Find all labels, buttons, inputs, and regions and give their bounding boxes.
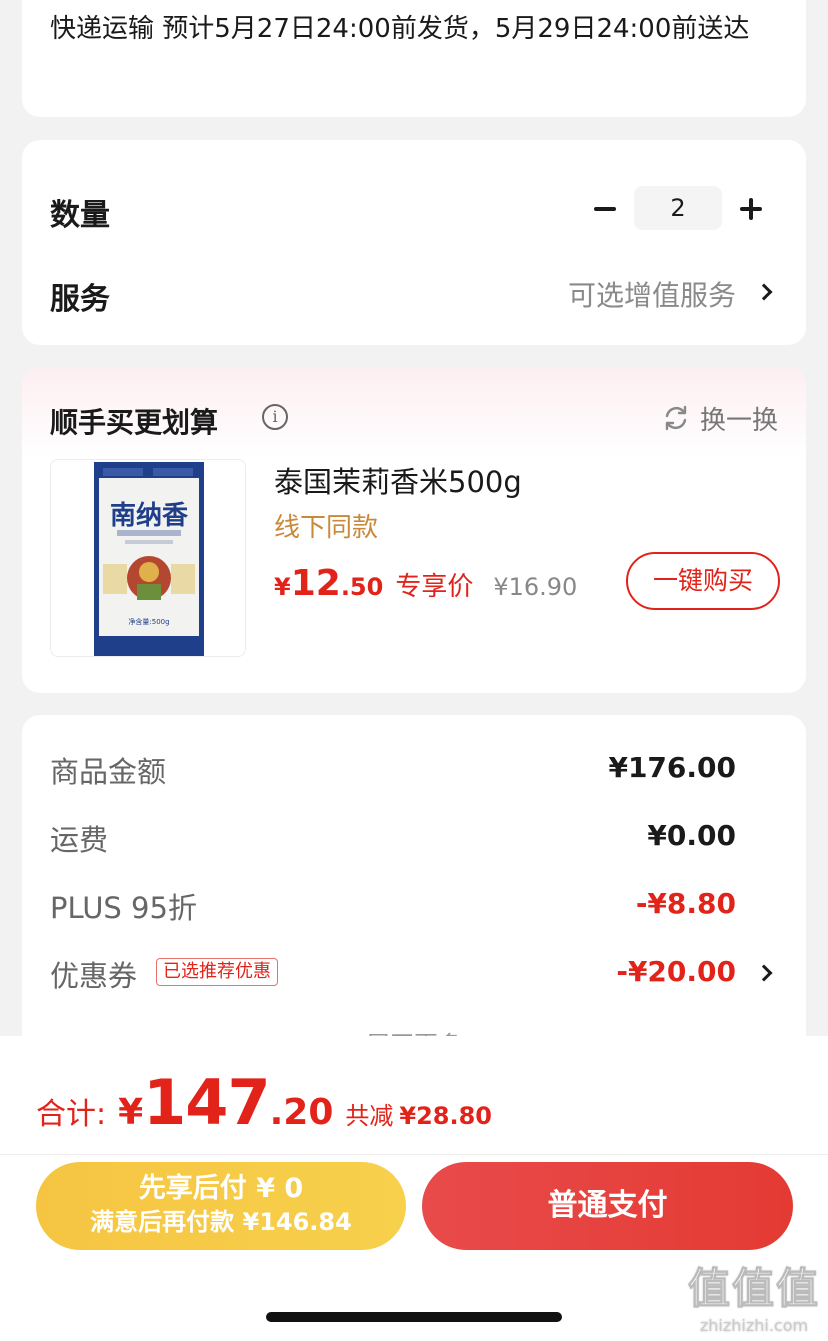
rice-package-image: 南纳香 净含量:500g — [94, 462, 204, 656]
price-integer: 12 — [290, 563, 341, 604]
refresh-icon — [665, 405, 687, 431]
total-currency: ¥ — [118, 1092, 144, 1133]
cost-row-label: 运费 — [50, 823, 109, 857]
cost-row-value: ¥176.00 — [608, 751, 736, 784]
total-amount: 合计: ¥ 147 .20 共减 ¥28.80 — [36, 1066, 492, 1139]
quantity-stepper-value[interactable]: 2 — [634, 186, 722, 230]
pay-later-title: 先享后付 ¥ 0 — [138, 1173, 304, 1204]
quantity-service-card: 数量 2 服务 可选增值服务 — [22, 140, 806, 345]
chevron-right-icon[interactable] — [755, 964, 773, 982]
pay-later-subtitle: 满意后再付款 ¥146.84 — [90, 1208, 352, 1236]
product-name[interactable]: 泰国茉莉香米500g — [274, 459, 522, 501]
cost-row-label: 商品金额 — [50, 755, 167, 789]
watermark-logo: 值值值 — [687, 1264, 820, 1314]
package-weight-text: 净含量:500g — [128, 617, 169, 626]
watermark-site: zhizhizhi.com — [699, 1316, 809, 1335]
price-decimal: .50 — [340, 573, 384, 601]
coupon-label[interactable]: 优惠券 — [50, 953, 137, 995]
watermark: 值值值 zhizhizhi.com — [687, 1255, 820, 1336]
quantity-label: 数量 — [50, 198, 110, 233]
swap-label: 换一换 — [699, 405, 778, 436]
total-label: 合计: — [36, 1097, 107, 1132]
cost-row-value: ¥0.00 — [647, 819, 736, 852]
product-price: ¥ 12 .50 专享价 ¥16.90 — [274, 563, 577, 604]
quantity-increase-button[interactable] — [738, 190, 764, 226]
divider — [0, 1154, 828, 1155]
saved-label: 共减 — [345, 1102, 394, 1130]
original-price: ¥16.90 — [493, 573, 578, 601]
pay-later-button[interactable]: 先享后付 ¥ 0 满意后再付款 ¥146.84 — [36, 1162, 406, 1250]
package-brand-text: 南纳香 — [110, 500, 188, 531]
checkout-bar: 合计: ¥ 147 .20 共减 ¥28.80 先享后付 ¥ 0 满意后再付款 … — [0, 1036, 828, 1341]
normal-pay-button[interactable]: 普通支付 — [422, 1162, 793, 1250]
saved-value: ¥28.80 — [399, 1102, 492, 1130]
delivery-estimate: 快递运输 预计5月27日24:00前发货，5月29日24:00前送达 — [50, 14, 750, 44]
info-icon[interactable]: i — [262, 404, 288, 430]
quantity-decrease-button[interactable] — [592, 190, 618, 226]
total-integer: 147 — [143, 1066, 270, 1139]
product-tag: 线下同款 — [274, 513, 379, 543]
addon-card: 顺手买更划算 i 换一换 南纳香 净含量:500g 泰国茉莉香米500g 线下同… — [22, 367, 806, 693]
coupon-value[interactable]: -¥20.00 — [616, 955, 736, 988]
one-click-buy-button[interactable]: 一键购买 — [626, 552, 780, 610]
service-label: 服务 — [50, 282, 110, 317]
price-label: 专享价 — [395, 572, 474, 602]
product-image[interactable]: 南纳香 净含量:500g — [50, 459, 246, 657]
cost-row-value: -¥8.80 — [635, 887, 736, 920]
addon-title: 顺手买更划算 — [50, 406, 219, 439]
swap-button[interactable]: 换一换 — [662, 401, 778, 436]
cost-row-label: PLUS 95折 — [50, 891, 197, 925]
delivery-card: 快递运输 预计5月27日24:00前发货，5月29日24:00前送达 — [22, 0, 806, 117]
price-currency: ¥ — [274, 573, 291, 601]
total-decimal: .20 — [269, 1092, 334, 1133]
coupon-badge: 已选推荐优惠 — [156, 958, 278, 986]
service-option-link[interactable]: 可选增值服务 — [568, 274, 736, 314]
home-indicator — [266, 1312, 562, 1322]
chevron-right-icon[interactable] — [755, 283, 773, 301]
